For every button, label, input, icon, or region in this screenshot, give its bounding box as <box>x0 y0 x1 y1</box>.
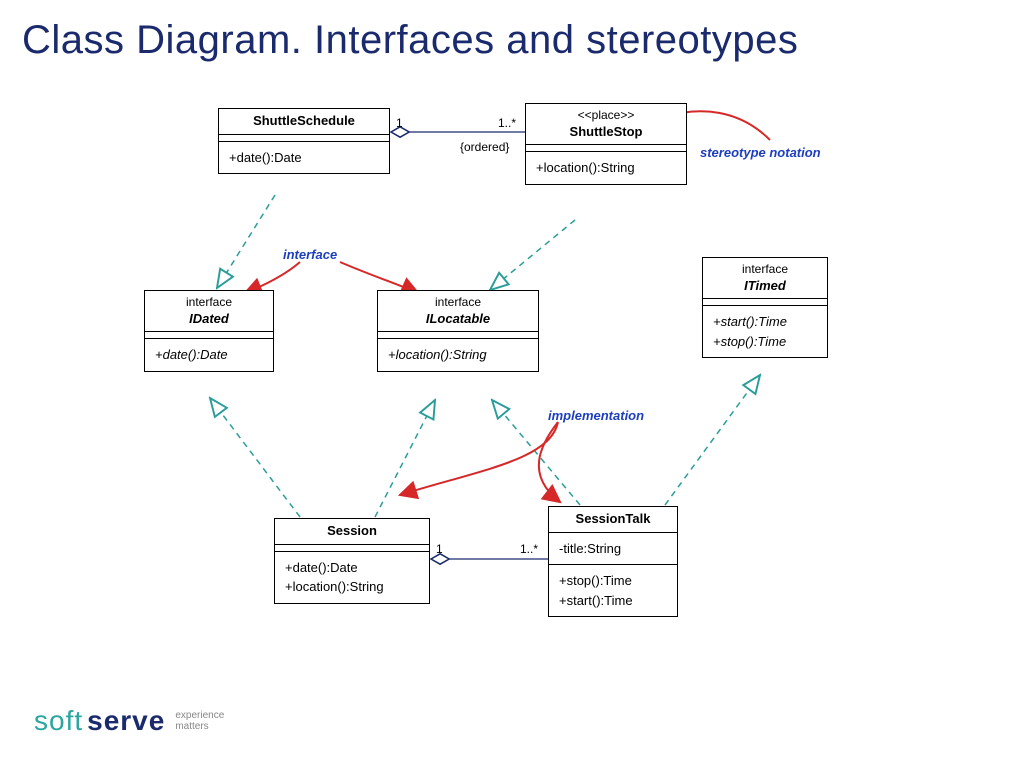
class-shuttleschedule: ShuttleSchedule +date():Date <box>218 108 390 174</box>
class-ops: +location():String <box>526 152 686 184</box>
class-sessiontalk: SessionTalk -title:String +stop():Time +… <box>548 506 678 617</box>
interface-name: ITimed <box>744 278 786 293</box>
class-shuttlestop: <<place>> ShuttleStop +location():String <box>525 103 687 185</box>
logo: softserve experience matters <box>34 705 224 737</box>
class-attr: -title:String <box>549 533 677 566</box>
diagram-canvas: ShuttleSchedule +date():Date <<place>> S… <box>0 0 1024 767</box>
interface-op: +stop():Time <box>713 332 817 352</box>
stereotype-label: <<place>> <box>534 108 678 124</box>
multiplicity: 1 <box>436 542 443 556</box>
interface-itimed: interface ITimed +start():Time +stop():T… <box>702 257 828 358</box>
class-op: +location():String <box>285 577 419 597</box>
note-stereotype: stereotype notation <box>700 145 821 160</box>
interface-op: +start():Time <box>713 312 817 332</box>
class-ops: +date():Date <box>219 142 389 174</box>
multiplicity: 1..* <box>498 116 516 130</box>
logo-serve: serve <box>87 705 165 737</box>
class-name: Session <box>327 523 377 538</box>
keyword: interface <box>386 295 530 311</box>
multiplicity: 1..* <box>520 542 538 556</box>
interface-ilocatable: interface ILocatable +location():String <box>377 290 539 372</box>
logo-soft: soft <box>34 705 83 737</box>
keyword: interface <box>153 295 265 311</box>
class-session: Session +date():Date +location():String <box>274 518 430 604</box>
keyword: interface <box>711 262 819 278</box>
class-op: +date():Date <box>285 558 419 578</box>
multiplicity: 1 <box>396 116 403 130</box>
note-implementation: implementation <box>548 408 644 423</box>
interface-name: ILocatable <box>426 311 490 326</box>
interface-idated: interface IDated +date():Date <box>144 290 274 372</box>
class-op: +start():Time <box>559 591 667 611</box>
class-op: +stop():Time <box>559 571 667 591</box>
constraint-ordered: {ordered} <box>460 140 509 154</box>
note-interface: interface <box>283 247 337 262</box>
interface-ops: +date():Date <box>145 339 273 371</box>
logo-tagline-1: experience <box>175 710 224 721</box>
interface-ops: +location():String <box>378 339 538 371</box>
class-name: ShuttleStop <box>570 124 643 139</box>
class-name: ShuttleSchedule <box>253 113 355 128</box>
logo-tagline-2: matters <box>175 721 224 732</box>
interface-name: IDated <box>189 311 229 326</box>
class-name: SessionTalk <box>576 511 651 526</box>
